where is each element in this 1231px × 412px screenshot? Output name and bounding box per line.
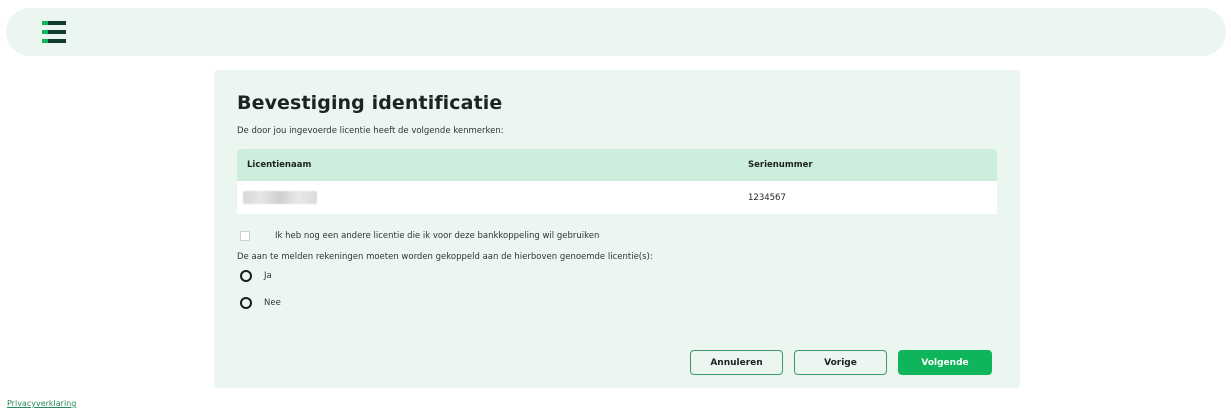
additional-license-checkbox[interactable]: [240, 231, 250, 241]
column-header-licentienaam: Licentienaam: [247, 160, 312, 170]
table-row: 1234567: [237, 181, 997, 214]
link-accounts-question: De aan te melden rekeningen moeten worde…: [237, 252, 653, 262]
serial-number-cell: 1234567: [748, 193, 786, 203]
app-logo-icon[interactable]: [42, 21, 66, 43]
additional-license-label: Ik heb nog een andere licentie die ik vo…: [275, 231, 600, 241]
radio-button-ja[interactable]: [240, 270, 252, 282]
next-button[interactable]: Volgende: [898, 350, 992, 375]
license-table: Licentienaam Serienummer 1234567: [237, 149, 997, 214]
radio-label-ja: Ja: [264, 271, 272, 281]
radio-button-nee[interactable]: [240, 297, 252, 309]
privacy-statement-link[interactable]: Privacyverklaring: [7, 399, 76, 408]
top-navigation-bar: [6, 8, 1226, 56]
page-subtitle: De door jou ingevoerde licentie heeft de…: [237, 126, 504, 136]
previous-button[interactable]: Vorige: [794, 350, 887, 375]
radio-label-nee: Nee: [264, 298, 281, 308]
identification-confirmation-card: Bevestiging identificatie De door jou in…: [214, 70, 1020, 388]
column-header-serienummer: Serienummer: [748, 160, 813, 170]
table-header: Licentienaam Serienummer: [237, 149, 997, 181]
page-title: Bevestiging identificatie: [237, 92, 503, 114]
cancel-button[interactable]: Annuleren: [690, 350, 783, 375]
license-name-redacted: [243, 191, 317, 204]
